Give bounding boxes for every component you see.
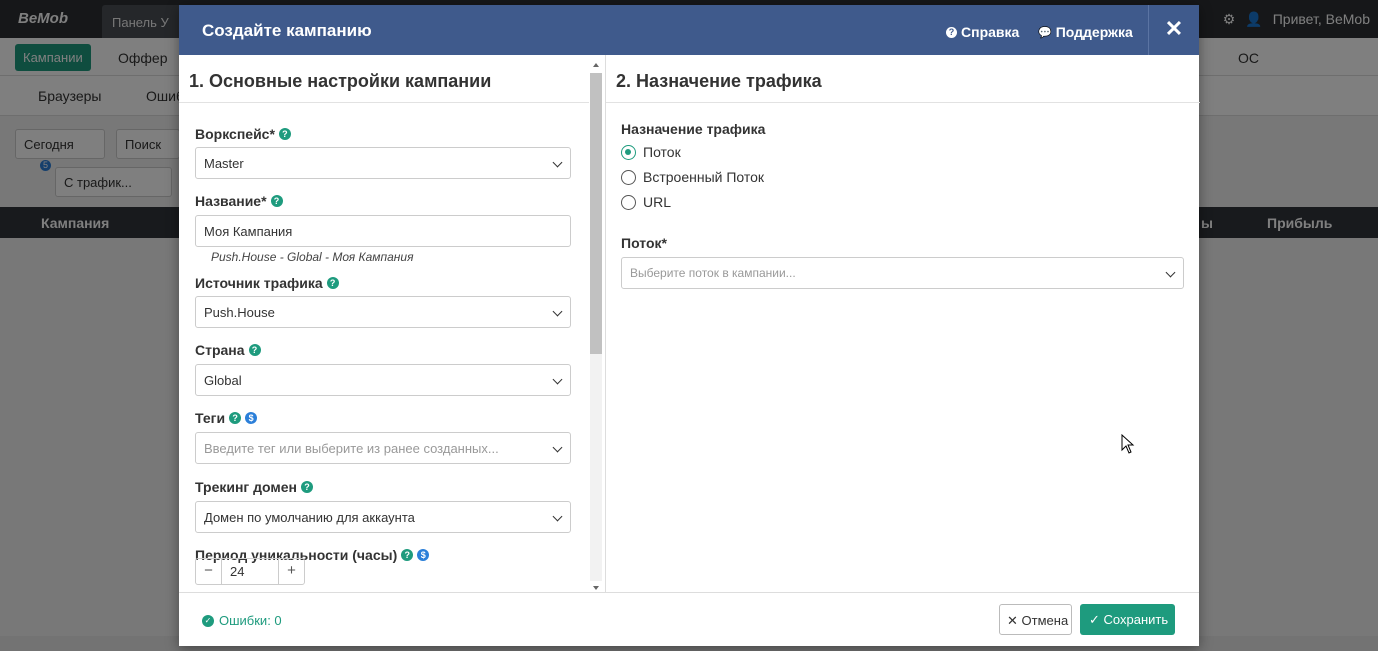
increment-button[interactable]: + bbox=[279, 559, 304, 584]
workspace-label-text: Воркспейс* bbox=[195, 126, 275, 142]
tags-placeholder: Введите тег или выберите из ранее создан… bbox=[204, 441, 499, 456]
help-icon[interactable]: ? bbox=[401, 549, 414, 561]
cancel-button[interactable]: ✕ Отмена bbox=[999, 604, 1072, 635]
country-value: Global bbox=[204, 373, 242, 388]
tags-label: Теги ? $ bbox=[195, 410, 258, 426]
support-link-label: Поддержка bbox=[1055, 24, 1133, 40]
workspace-value: Master bbox=[204, 156, 244, 171]
radio-url[interactable]: URL bbox=[621, 194, 671, 210]
support-link[interactable]: 💬 Поддержка bbox=[1038, 24, 1133, 40]
help-icon[interactable]: ? bbox=[326, 277, 339, 289]
scroll-down-icon[interactable] bbox=[593, 586, 599, 590]
country-label-text: Страна bbox=[195, 342, 245, 358]
tracking-domain-label-text: Трекинг домен bbox=[195, 479, 297, 495]
radio-unchecked-icon bbox=[621, 169, 636, 185]
modal-title: Создайте кампанию bbox=[202, 21, 372, 40]
help-icon[interactable]: ? bbox=[248, 344, 261, 356]
info-icon[interactable]: $ bbox=[245, 412, 258, 424]
close-icon: ✕ bbox=[1007, 613, 1018, 628]
chevron-down-icon bbox=[552, 442, 563, 453]
chat-bubbles-icon: 💬 bbox=[1038, 26, 1052, 39]
modal-header: Создайте кампанию ? Справка 💬 Поддержка … bbox=[179, 5, 1199, 55]
radio-unchecked-icon bbox=[621, 194, 636, 210]
radio-builtin-flow[interactable]: Встроенный Поток bbox=[621, 169, 764, 185]
campaign-name-value: Моя Кампания bbox=[204, 224, 293, 239]
scroll-up-icon[interactable] bbox=[593, 63, 599, 67]
help-icon[interactable]: ? bbox=[270, 195, 283, 207]
check-icon: ✓ bbox=[1089, 612, 1100, 627]
help-link-label: Справка bbox=[961, 24, 1020, 40]
radio-flow-label: Поток bbox=[643, 144, 681, 160]
country-select[interactable]: Global bbox=[195, 364, 571, 396]
errors-status: ✓ Ошибки: 0 bbox=[202, 613, 282, 628]
mouse-cursor-icon bbox=[1121, 434, 1135, 454]
save-button[interactable]: ✓ Сохранить bbox=[1080, 604, 1175, 635]
traffic-destination-title: 2. Назначение трафика bbox=[616, 71, 822, 91]
flow-placeholder: Выберите поток в кампании... bbox=[630, 266, 796, 280]
workspace-label: Воркспейс* ? bbox=[195, 126, 291, 142]
info-icon[interactable]: $ bbox=[417, 549, 430, 561]
tags-label-text: Теги bbox=[195, 410, 226, 426]
close-icon[interactable]: ✕ bbox=[1148, 5, 1199, 55]
chevron-down-icon bbox=[552, 511, 563, 522]
left-scrollbar[interactable] bbox=[590, 63, 602, 592]
uniqueness-stepper: − 24 + bbox=[195, 558, 305, 585]
radio-flow[interactable]: Поток bbox=[621, 144, 681, 160]
flow-label: Поток* bbox=[621, 235, 667, 251]
name-label: Название* ? bbox=[195, 193, 283, 209]
tracking-domain-label: Трекинг домен ? bbox=[195, 479, 313, 495]
radio-builtin-flow-label: Встроенный Поток bbox=[643, 169, 765, 185]
help-link[interactable]: ? Справка bbox=[946, 24, 1019, 40]
traffic-destination-panel: 2. Назначение трафика Назначение трафика… bbox=[605, 55, 1200, 592]
chevron-down-icon bbox=[1165, 267, 1176, 278]
destination-label: Назначение трафика bbox=[621, 121, 766, 137]
question-circle-icon: ? bbox=[946, 26, 957, 38]
help-icon[interactable]: ? bbox=[301, 481, 313, 493]
divider bbox=[606, 102, 1200, 103]
save-label: Сохранить bbox=[1103, 612, 1169, 627]
campaign-name-hint: Push.House - Global - Моя Кампания bbox=[211, 250, 414, 264]
basic-settings-title: 1. Основные настройки кампании bbox=[189, 71, 492, 91]
modal-footer: ✓ Ошибки: 0 ✕ Отмена ✓ Сохранить bbox=[179, 592, 1199, 646]
tracking-domain-value: Домен по умолчанию для аккаунта bbox=[204, 510, 415, 525]
create-campaign-modal: Создайте кампанию ? Справка 💬 Поддержка … bbox=[179, 5, 1200, 646]
traffic-source-label: Источник трафика ? bbox=[195, 275, 339, 291]
chevron-down-icon bbox=[552, 157, 563, 168]
tags-select[interactable]: Введите тег или выберите из ранее создан… bbox=[195, 432, 571, 464]
check-circle-icon: ✓ bbox=[202, 614, 214, 627]
country-label: Страна ? bbox=[195, 342, 261, 358]
help-icon[interactable]: ? bbox=[278, 128, 291, 140]
name-label-text: Название* bbox=[195, 193, 267, 209]
basic-settings-panel: 1. Основные настройки кампании Воркспейс… bbox=[179, 55, 604, 592]
tracking-domain-select[interactable]: Домен по умолчанию для аккаунта bbox=[195, 501, 571, 533]
errors-text: Ошибки: 0 bbox=[219, 613, 282, 628]
cancel-label: Отмена bbox=[1021, 613, 1069, 628]
decrement-button[interactable]: − bbox=[196, 559, 221, 584]
flow-select[interactable]: Выберите поток в кампании... bbox=[621, 257, 1184, 289]
help-icon[interactable]: ? bbox=[229, 412, 242, 424]
radio-checked-icon bbox=[621, 144, 636, 160]
traffic-source-label-text: Источник трафика bbox=[195, 275, 323, 291]
traffic-source-value: Push.House bbox=[204, 305, 275, 320]
chevron-down-icon bbox=[552, 374, 563, 385]
campaign-name-input[interactable]: Моя Кампания bbox=[195, 215, 571, 247]
chevron-down-icon bbox=[552, 306, 563, 317]
divider bbox=[179, 102, 589, 103]
scrollbar-thumb[interactable] bbox=[590, 73, 602, 354]
radio-url-label: URL bbox=[643, 194, 672, 210]
workspace-select[interactable]: Master bbox=[195, 147, 571, 179]
uniqueness-input[interactable]: 24 bbox=[221, 559, 279, 584]
traffic-source-select[interactable]: Push.House bbox=[195, 296, 571, 328]
